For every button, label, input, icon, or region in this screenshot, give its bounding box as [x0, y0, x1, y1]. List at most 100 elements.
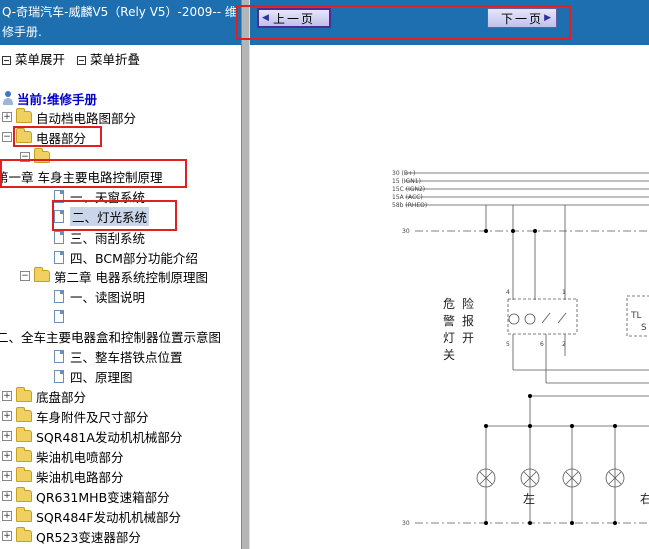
power-line-label: 15 (IGN1): [392, 178, 421, 185]
tree-item-label: 底盘部分: [36, 389, 87, 405]
tree-item-qr631mhb[interactable]: + QR631MHB变速箱部分: [2, 486, 170, 506]
power-line-label: 15A (ACC): [392, 194, 423, 201]
tree-item-wiper[interactable]: 三、雨刮系统: [54, 227, 145, 247]
tree-item-label: 车身附件及尺寸部分: [36, 409, 149, 425]
tree-item-component-locations[interactable]: 二、全车主要电器盒和控制器位置示意图: [0, 326, 221, 346]
collapse-menu-button[interactable]: 菜单折叠: [77, 52, 140, 68]
tree-item-auto-circuit[interactable]: + 自动档电路图部分: [2, 107, 136, 127]
page-icon: [54, 250, 64, 264]
tree-item-label: 四、BCM部分功能介绍: [70, 250, 198, 266]
highlight-frame: [13, 126, 102, 147]
pin-label: 4: [506, 289, 510, 296]
power-line-label: 30 (B+): [392, 170, 415, 177]
tree-item-label: SQR481A发动机机械部分: [36, 429, 183, 445]
tree-item-label: 柴油机电喷部分: [36, 449, 124, 465]
expand-label: 菜单展开: [15, 52, 66, 67]
folder-icon: [16, 447, 32, 462]
folder-icon: [16, 507, 32, 522]
pin-label: 2: [562, 341, 566, 348]
tree-item-schematics[interactable]: 四、原理图: [54, 366, 133, 386]
current-manual: 维修手册: [47, 91, 98, 107]
manual-title: Q-奇瑞汽车-威麟V5（Rely V5）-2009-- 维修手册.: [0, 0, 241, 45]
expand-icon[interactable]: +: [2, 451, 12, 461]
tree-item-label: QR631MHB变速箱部分: [36, 489, 170, 505]
current-prefix: 当前:: [17, 91, 47, 107]
switch-label-char: 灯: [443, 331, 455, 345]
tree-item-sqr484f[interactable]: + SQR484F发动机机械部分: [2, 506, 181, 526]
tree-item-label: 三、雨刮系统: [70, 230, 146, 246]
tree-item-ground-points[interactable]: 三、整车搭铁点位置: [54, 346, 183, 366]
folder-open-icon: [34, 267, 50, 282]
pin-label: 6: [540, 341, 544, 348]
switch-label-char: 报: [462, 313, 474, 328]
folder-icon: [16, 487, 32, 502]
tree-item-body[interactable]: + 车身附件及尺寸部分: [2, 406, 149, 426]
switch-label-char: 危: [443, 297, 455, 311]
page-icon: [54, 369, 64, 383]
tree-item-blank-page[interactable]: [54, 306, 70, 326]
frame-splitter[interactable]: [241, 0, 250, 549]
line-30-label: 30: [402, 228, 410, 235]
page-icon: [54, 349, 64, 363]
highlight-frame: [236, 5, 571, 40]
folder-icon: [16, 407, 32, 422]
page-icon: [54, 230, 64, 244]
folder-icon: [16, 427, 32, 442]
collapse-icon[interactable]: −: [2, 132, 12, 142]
tree-item-diesel-efi[interactable]: + 柴油机电喷部分: [2, 446, 124, 466]
switch-label-char: 险: [462, 296, 474, 311]
expand-icon: [2, 55, 11, 65]
expand-menu-button[interactable]: 菜单展开: [2, 52, 65, 68]
content-panel: ◀ 上一页 下一页 ▶ 30 (B+) 15 (IGN1) 15C (IGN2)…: [250, 0, 649, 549]
collapse-icon: [77, 55, 86, 65]
expand-icon[interactable]: +: [2, 112, 12, 122]
expand-icon[interactable]: +: [2, 471, 12, 481]
tree-item-label: 四、原理图: [70, 369, 133, 385]
expand-icon[interactable]: +: [2, 431, 12, 441]
folder-icon: [16, 108, 32, 123]
tree-item-label: 柴油机电路部分: [36, 469, 124, 485]
module-label: TL: [630, 311, 642, 321]
expand-icon[interactable]: +: [2, 491, 12, 501]
tree-item-chapter-2[interactable]: − 第二章 电器系统控制原理图: [20, 266, 208, 286]
folder-icon: [16, 467, 32, 482]
tree-item-label: 二、全车主要电器盒和控制器位置示意图: [0, 329, 222, 345]
tree-item-reading-guide[interactable]: 一、读图说明: [54, 286, 145, 306]
tree-item-label: 第二章 电器系统控制原理图: [54, 269, 208, 285]
switch-label-char: 警: [443, 313, 455, 328]
side-left-label: 左: [523, 491, 535, 506]
tree-item-label: 一、读图说明: [70, 289, 146, 305]
highlight-frame: [0, 159, 187, 188]
tree-item-label: SQR484F发动机机械部分: [36, 509, 182, 525]
expand-icon[interactable]: +: [2, 391, 12, 401]
tree-item-label: 三、整车搭铁点位置: [70, 349, 183, 365]
line-30-label: 30: [402, 520, 410, 527]
folder-icon: [16, 387, 32, 402]
page-icon: [54, 309, 64, 323]
wiring-diagram: 30 (B+) 15 (IGN1) 15C (IGN2) 15A (ACC) 5…: [392, 170, 649, 527]
tree-item-sqr481a[interactable]: + SQR481A发动机机械部分: [2, 426, 182, 446]
collapse-icon[interactable]: −: [20, 271, 30, 281]
tree-item-qr523[interactable]: + QR523变速器部分: [2, 526, 141, 546]
tree-panel: Q-奇瑞汽车-威麟V5（Rely V5）-2009-- 维修手册. 菜单展开 菜…: [0, 0, 241, 549]
expand-icon[interactable]: +: [2, 511, 12, 521]
expand-icon[interactable]: +: [2, 531, 12, 541]
tree-root[interactable]: 当前: 维修手册: [2, 88, 97, 108]
menu-operations: 菜单展开 菜单折叠: [2, 52, 148, 69]
module-label: S: [641, 323, 647, 333]
tree-item-label: 自动档电路图部分: [36, 110, 137, 126]
folder-icon: [16, 527, 32, 542]
expand-icon[interactable]: +: [2, 411, 12, 421]
power-line-label: 58b (RHEO): [392, 202, 427, 209]
switch-label-char: 关: [443, 348, 455, 362]
page-icon: [54, 289, 64, 303]
collapse-label: 菜单折叠: [90, 52, 141, 67]
tree-item-diesel-circuit[interactable]: + 柴油机电路部分: [2, 466, 124, 486]
pin-label: 1: [562, 289, 566, 296]
tree-item-bcm[interactable]: 四、BCM部分功能介绍: [54, 247, 198, 267]
side-right-label: 右: [640, 491, 649, 506]
power-line-label: 15C (IGN2): [392, 186, 425, 193]
user-icon: [2, 91, 14, 105]
switch-label-char: 开: [462, 331, 474, 345]
tree-item-chassis[interactable]: + 底盘部分: [2, 386, 86, 406]
